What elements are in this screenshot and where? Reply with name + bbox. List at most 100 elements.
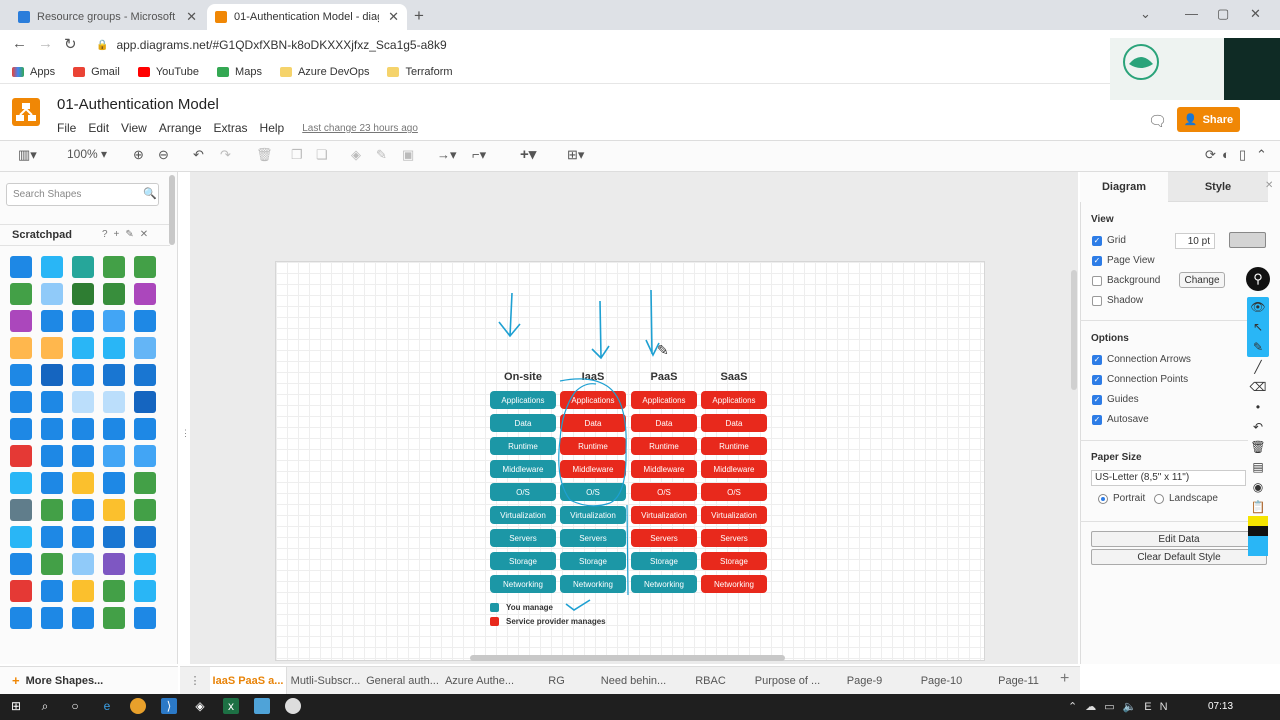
- format-icon[interactable]: ◐: [1222, 147, 1230, 162]
- waypoints-icon[interactable]: ⌐▾: [472, 147, 486, 163]
- azure-shape-icon[interactable]: [41, 607, 63, 629]
- camera-icon[interactable]: ◉: [1249, 478, 1267, 496]
- layer-cell[interactable]: Virtualization: [560, 506, 626, 524]
- azure-shape-icon[interactable]: [134, 310, 156, 332]
- system-tray[interactable]: ⌃☁▭🔈EN: [1068, 700, 1176, 713]
- layer-cell[interactable]: Runtime: [560, 437, 626, 455]
- layer-cell[interactable]: Virtualization: [490, 506, 556, 524]
- color-swatch-yellow[interactable]: [1248, 516, 1268, 526]
- azure-shape-icon[interactable]: [103, 283, 125, 305]
- azure-shape-icon[interactable]: [134, 499, 156, 521]
- azure-shape-icon[interactable]: [10, 526, 32, 548]
- guides-checkbox[interactable]: ✓ Guides: [1092, 394, 1139, 405]
- close-icon[interactable]: ✕: [1265, 180, 1273, 191]
- background-checkbox[interactable]: Background: [1092, 275, 1160, 286]
- page-tab[interactable]: RBAC: [672, 675, 749, 687]
- windows-start-icon[interactable]: ⊞: [8, 698, 24, 714]
- task-view-icon[interactable]: ○: [67, 698, 83, 714]
- layer-cell[interactable]: Servers: [560, 529, 626, 547]
- line-icon[interactable]: ╱: [1249, 358, 1267, 376]
- fill-color-icon[interactable]: ◈: [351, 147, 361, 163]
- page-tab[interactable]: Purpose of ...: [749, 675, 826, 687]
- layer-cell[interactable]: Applications: [560, 391, 626, 409]
- autosave-checkbox[interactable]: ✓ Autosave: [1092, 414, 1149, 425]
- new-tab-button[interactable]: +: [414, 6, 424, 26]
- layer-cell[interactable]: Networking: [631, 575, 697, 593]
- share-button[interactable]: 👤 Share: [1177, 107, 1240, 132]
- azure-shape-icon[interactable]: [72, 283, 94, 305]
- azure-shape-icon[interactable]: [41, 526, 63, 548]
- page-tab[interactable]: Azure Authe...: [441, 675, 518, 687]
- layer-cell[interactable]: Storage: [701, 552, 767, 570]
- azure-shape-icon[interactable]: [134, 337, 156, 359]
- azure-shape-icon[interactable]: [72, 526, 94, 548]
- zoom-select[interactable]: 100% ▾: [67, 147, 107, 161]
- azure-shape-icon[interactable]: [41, 499, 63, 521]
- azure-shape-icon[interactable]: [41, 337, 63, 359]
- zoom-out-icon[interactable]: ⊖: [158, 147, 169, 163]
- azure-shape-icon[interactable]: [134, 256, 156, 278]
- layer-cell[interactable]: O/S: [490, 483, 556, 501]
- layer-cell[interactable]: Applications: [631, 391, 697, 409]
- page-tab[interactable]: IaaS PaaS a...: [210, 666, 287, 695]
- tab-diagram[interactable]: Diagram: [1080, 172, 1168, 202]
- layer-cell[interactable]: Networking: [490, 575, 556, 593]
- bookmark-azure-devops[interactable]: Azure DevOps: [279, 66, 369, 78]
- azure-shape-icon[interactable]: [72, 553, 94, 575]
- diagram-page[interactable]: [275, 261, 985, 661]
- zoom-in-icon[interactable]: ⊕: [133, 147, 144, 163]
- azure-shape-icon[interactable]: [72, 364, 94, 386]
- azure-shape-icon[interactable]: [10, 337, 32, 359]
- clipboard-icon[interactable]: 📋: [1249, 498, 1267, 516]
- page-tab[interactable]: Mutli-Subscr...: [287, 675, 364, 687]
- azure-shape-icon[interactable]: [134, 580, 156, 602]
- layer-cell[interactable]: Servers: [490, 529, 556, 547]
- browser-tab-azure[interactable]: Resource groups - Microsoft Azure ✕: [10, 4, 205, 30]
- dot-icon[interactable]: •: [1249, 398, 1267, 416]
- panel-toggle-icon[interactable]: ▥▾: [18, 147, 37, 163]
- azure-shape-icon[interactable]: [72, 337, 94, 359]
- grid-size-input[interactable]: 10 pt: [1175, 233, 1215, 249]
- bookmark-gmail[interactable]: Gmail: [73, 66, 120, 78]
- edit-data-button[interactable]: Edit Data: [1091, 531, 1267, 547]
- layer-cell[interactable]: Storage: [560, 552, 626, 570]
- fullscreen-icon[interactable]: ▯: [1239, 147, 1246, 163]
- azure-shape-icon[interactable]: [10, 310, 32, 332]
- layer-cell[interactable]: O/S: [631, 483, 697, 501]
- edge-icon[interactable]: e: [99, 698, 115, 714]
- color-swatch-black[interactable]: [1248, 526, 1268, 536]
- layer-cell[interactable]: Middleware: [560, 460, 626, 478]
- search-icon[interactable]: ⌕: [37, 698, 53, 714]
- layer-cell[interactable]: Networking: [560, 575, 626, 593]
- layer-cell[interactable]: O/S: [701, 483, 767, 501]
- connection-arrows-checkbox[interactable]: ✓ Connection Arrows: [1092, 354, 1191, 365]
- azure-shape-icon[interactable]: [10, 364, 32, 386]
- layer-cell[interactable]: Middleware: [631, 460, 697, 478]
- document-title[interactable]: 01-Authentication Model: [57, 96, 219, 113]
- azure-shape-icon[interactable]: [10, 283, 32, 305]
- azure-shape-icon[interactable]: [72, 391, 94, 413]
- more-shapes-button[interactable]: + More Shapes...: [0, 666, 178, 694]
- azure-shape-icon[interactable]: [10, 580, 32, 602]
- layer-cell[interactable]: Runtime: [631, 437, 697, 455]
- azure-shape-icon[interactable]: [134, 553, 156, 575]
- layer-cell[interactable]: Storage: [490, 552, 556, 570]
- insert-icon[interactable]: +▾: [520, 145, 536, 163]
- close-window-button[interactable]: ✕: [1250, 6, 1261, 22]
- page-tab[interactable]: Page-9: [826, 675, 903, 687]
- azure-shape-icon[interactable]: [103, 418, 125, 440]
- azure-shape-icon[interactable]: [134, 526, 156, 548]
- azure-shape-icon[interactable]: [41, 445, 63, 467]
- menu-edit[interactable]: Edit: [88, 121, 109, 135]
- close-icon[interactable]: ✕: [186, 9, 197, 25]
- menu-file[interactable]: File: [57, 121, 76, 135]
- scrollbar[interactable]: [169, 175, 175, 245]
- minimize-button[interactable]: —: [1185, 6, 1198, 21]
- close-icon[interactable]: ✕: [388, 9, 399, 25]
- azure-shape-icon[interactable]: [103, 256, 125, 278]
- horizontal-scrollbar[interactable]: [470, 655, 785, 661]
- layer-cell[interactable]: Storage: [631, 552, 697, 570]
- layer-cell[interactable]: O/S: [560, 483, 626, 501]
- bookmark-terraform[interactable]: Terraform: [387, 66, 453, 78]
- forward-icon[interactable]: →: [38, 35, 53, 52]
